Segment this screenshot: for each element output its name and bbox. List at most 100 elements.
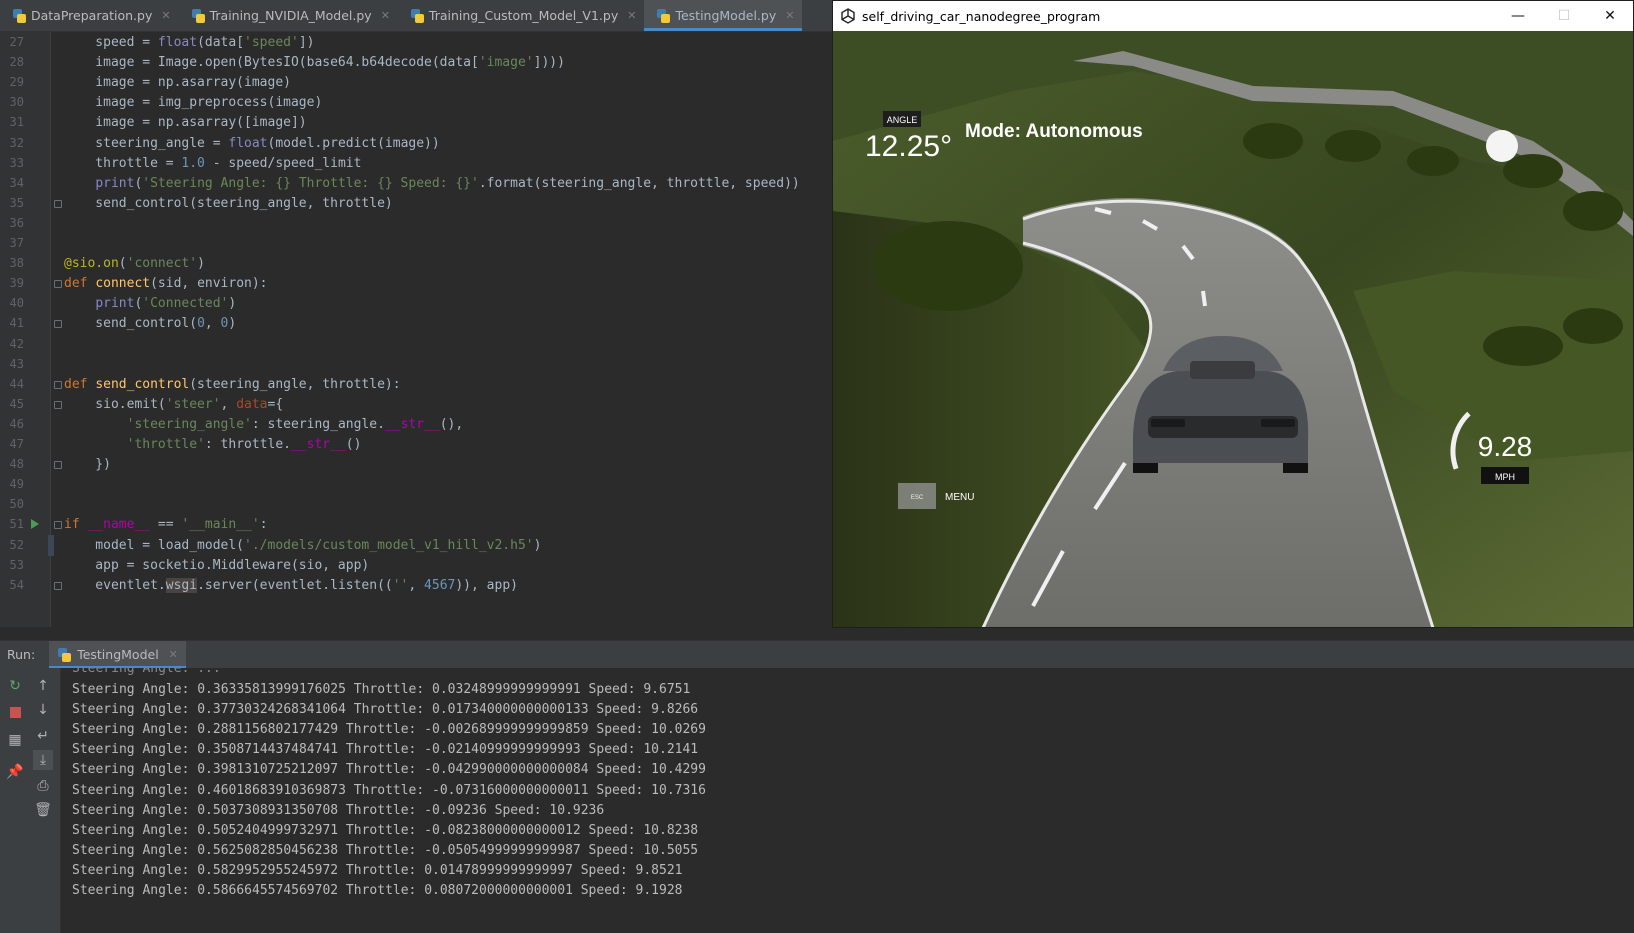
console-output[interactable]: Steering Angle: ... Steering Angle: 0.36… <box>61 668 1634 933</box>
simulator-viewport[interactable]: ANGLE 12.25° Mode: Autonomous ESC MENU 9… <box>833 31 1633 628</box>
code-text: sio.emit('steer', data={ <box>64 396 284 412</box>
code-line[interactable]: def send_control(steering_angle, throttl… <box>0 374 832 395</box>
console-line: Steering Angle: 0.3981310725212097 Throt… <box>72 762 706 778</box>
fold-marker-icon[interactable] <box>54 320 62 329</box>
code-text: 'steering_angle': steering_angle.__str__… <box>126 416 464 432</box>
code-line[interactable]: send_control(0, 0) <box>0 313 832 334</box>
fold-marker-icon[interactable] <box>54 280 62 289</box>
code-line[interactable] <box>0 233 832 254</box>
position-marker <box>1486 130 1518 162</box>
python-file-icon <box>656 8 671 23</box>
trash-icon[interactable]: 🗑 <box>33 800 53 820</box>
code-line[interactable]: sio.emit('steer', data={ <box>0 394 832 415</box>
run-tab-label: TestingModel <box>77 647 159 662</box>
close-icon[interactable]: ✕ <box>785 9 794 22</box>
fold-marker-icon[interactable] <box>54 581 62 590</box>
console-line: Steering Angle: 0.5625082850456238 Throt… <box>72 842 699 858</box>
run-panel-header: Run: TestingModel ✕ <box>0 640 1634 668</box>
editor-tab-bar: DataPreparation.py ✕ Training_NVIDIA_Mod… <box>0 0 832 32</box>
fold-marker-icon[interactable] <box>54 380 62 389</box>
tab-label: TestingModel.py <box>675 8 777 23</box>
code-line[interactable]: model = load_model('./models/custom_mode… <box>0 535 832 556</box>
code-line[interactable] <box>0 334 832 355</box>
close-icon[interactable]: ✕ <box>161 9 170 22</box>
close-button[interactable]: ✕ <box>1587 1 1633 31</box>
run-tab-testingmodel[interactable]: TestingModel ✕ <box>49 641 186 668</box>
code-line[interactable] <box>0 494 832 515</box>
tab-training-nvidia-model[interactable]: Training_NVIDIA_Model.py ✕ <box>179 0 398 31</box>
tab-datapreparation[interactable]: DataPreparation.py ✕ <box>0 0 179 31</box>
close-icon[interactable]: ✕ <box>627 9 636 22</box>
simulator-window: self_driving_car_nanodegree_program — ☐ … <box>832 0 1634 628</box>
close-icon[interactable]: ✕ <box>381 9 390 22</box>
code-line[interactable]: image = np.asarray(image) <box>0 72 832 93</box>
drive-mode: Mode: Autonomous <box>965 121 1143 142</box>
code-line[interactable]: app = socketio.Middleware(sio, app) <box>0 555 832 576</box>
python-file-icon <box>12 8 26 23</box>
console-line: Steering Angle: 0.5829952955245972 Throt… <box>72 862 683 878</box>
code-line[interactable] <box>0 474 832 495</box>
code-line[interactable]: print('Steering Angle: {} Throttle: {} S… <box>0 173 832 194</box>
console-line: Steering Angle: 0.5866645574569702 Throt… <box>72 883 683 898</box>
code-line[interactable]: print('Connected') <box>0 293 832 314</box>
rerun-icon[interactable]: ↻ <box>5 676 25 696</box>
tab-training-custom-model-v1[interactable]: Training_Custom_Model_V1.py ✕ <box>398 0 645 31</box>
run-toolbar: ↻ ▦ 📌 ↑ ↓ ↵ ⤓ ⎙ 🗑 <box>0 668 61 933</box>
code-text: speed = float(data['speed']) <box>64 35 315 50</box>
tab-label: Training_NVIDIA_Model.py <box>209 8 372 23</box>
soft-wrap-icon[interactable]: ↵ <box>33 726 53 746</box>
code-text: steering_angle = float(model.predict(ima… <box>64 135 440 151</box>
code-line[interactable]: @sio.on('connect') <box>0 253 832 274</box>
run-label: Run: <box>7 647 36 662</box>
code-text: }) <box>64 457 111 473</box>
code-line[interactable]: speed = float(data['speed']) <box>0 32 832 53</box>
scroll-up-icon[interactable]: ↑ <box>33 676 53 696</box>
console-line-partial: Steering Angle: ... <box>72 668 221 676</box>
fold-marker-icon[interactable] <box>54 400 62 409</box>
code-line[interactable]: def connect(sid, environ): <box>0 273 832 294</box>
fold-marker-icon[interactable] <box>54 461 62 470</box>
scroll-to-end-icon[interactable]: ⤓ <box>33 750 53 770</box>
code-line[interactable] <box>0 213 832 234</box>
code-text: 'throttle': throttle.__str__() <box>126 437 362 452</box>
minimize-button[interactable]: — <box>1495 1 1541 31</box>
code-line[interactable]: throttle = 1.0 - speed/speed_limit <box>0 153 832 174</box>
code-line[interactable]: steering_angle = float(model.predict(ima… <box>0 133 832 154</box>
print-icon[interactable]: ⎙ <box>33 776 53 796</box>
fold-marker-icon[interactable] <box>54 521 62 530</box>
pin-icon[interactable]: 📌 <box>5 762 25 782</box>
console-line: Steering Angle: 0.2881156802177429 Throt… <box>72 722 706 738</box>
code-line[interactable]: if __name__ == '__main__': <box>0 514 832 535</box>
code-line[interactable] <box>0 354 832 375</box>
code-text: send_control(steering_angle, throttle) <box>64 195 393 211</box>
scroll-down-icon[interactable]: ↓ <box>33 700 53 720</box>
code-text: send_control(0, 0) <box>64 316 237 332</box>
speed-unit: MPH <box>1495 472 1515 482</box>
simulator-titlebar: self_driving_car_nanodegree_program — ☐ … <box>833 1 1633 31</box>
code-line[interactable]: image = np.asarray([image]) <box>0 112 832 133</box>
unity-icon <box>841 8 855 24</box>
code-line[interactable]: eventlet.wsgi.server(eventlet.listen((''… <box>0 575 832 596</box>
code-line[interactable]: 'steering_angle': steering_angle.__str__… <box>0 414 832 435</box>
code-line[interactable]: 'throttle': throttle.__str__() <box>0 434 832 455</box>
code-text: image = img_preprocess(image) <box>64 95 323 111</box>
layout-icon[interactable]: ▦ <box>5 730 25 750</box>
angle-value: 12.25° <box>865 130 952 163</box>
code-text: print('Connected') <box>95 296 237 312</box>
angle-label: ANGLE <box>887 115 918 125</box>
fold-marker-icon[interactable] <box>54 199 62 208</box>
code-text: image = Image.open(BytesIO(base64.b64dec… <box>64 55 565 71</box>
console-line: Steering Angle: 0.37730324268341064 Thro… <box>72 702 699 718</box>
menu-label[interactable]: MENU <box>945 492 974 503</box>
tab-testingmodel[interactable]: TestingModel.py ✕ <box>644 0 803 31</box>
code-line[interactable]: image = Image.open(BytesIO(base64.b64dec… <box>0 52 832 73</box>
stop-icon[interactable] <box>5 702 25 722</box>
tab-label: Training_Custom_Model_V1.py <box>428 8 619 23</box>
python-file-icon <box>57 647 72 662</box>
maximize-button[interactable]: ☐ <box>1541 1 1587 31</box>
code-line[interactable]: }) <box>0 454 832 475</box>
close-icon[interactable]: ✕ <box>169 648 178 661</box>
code-line[interactable]: send_control(steering_angle, throttle) <box>0 193 832 214</box>
code-line[interactable]: image = img_preprocess(image) <box>0 92 832 113</box>
code-editor[interactable]: 27 28 29 30 31 32 33 34 35 36 37 38 39 40 41 42 43 44 45 46… <box>0 32 832 627</box>
